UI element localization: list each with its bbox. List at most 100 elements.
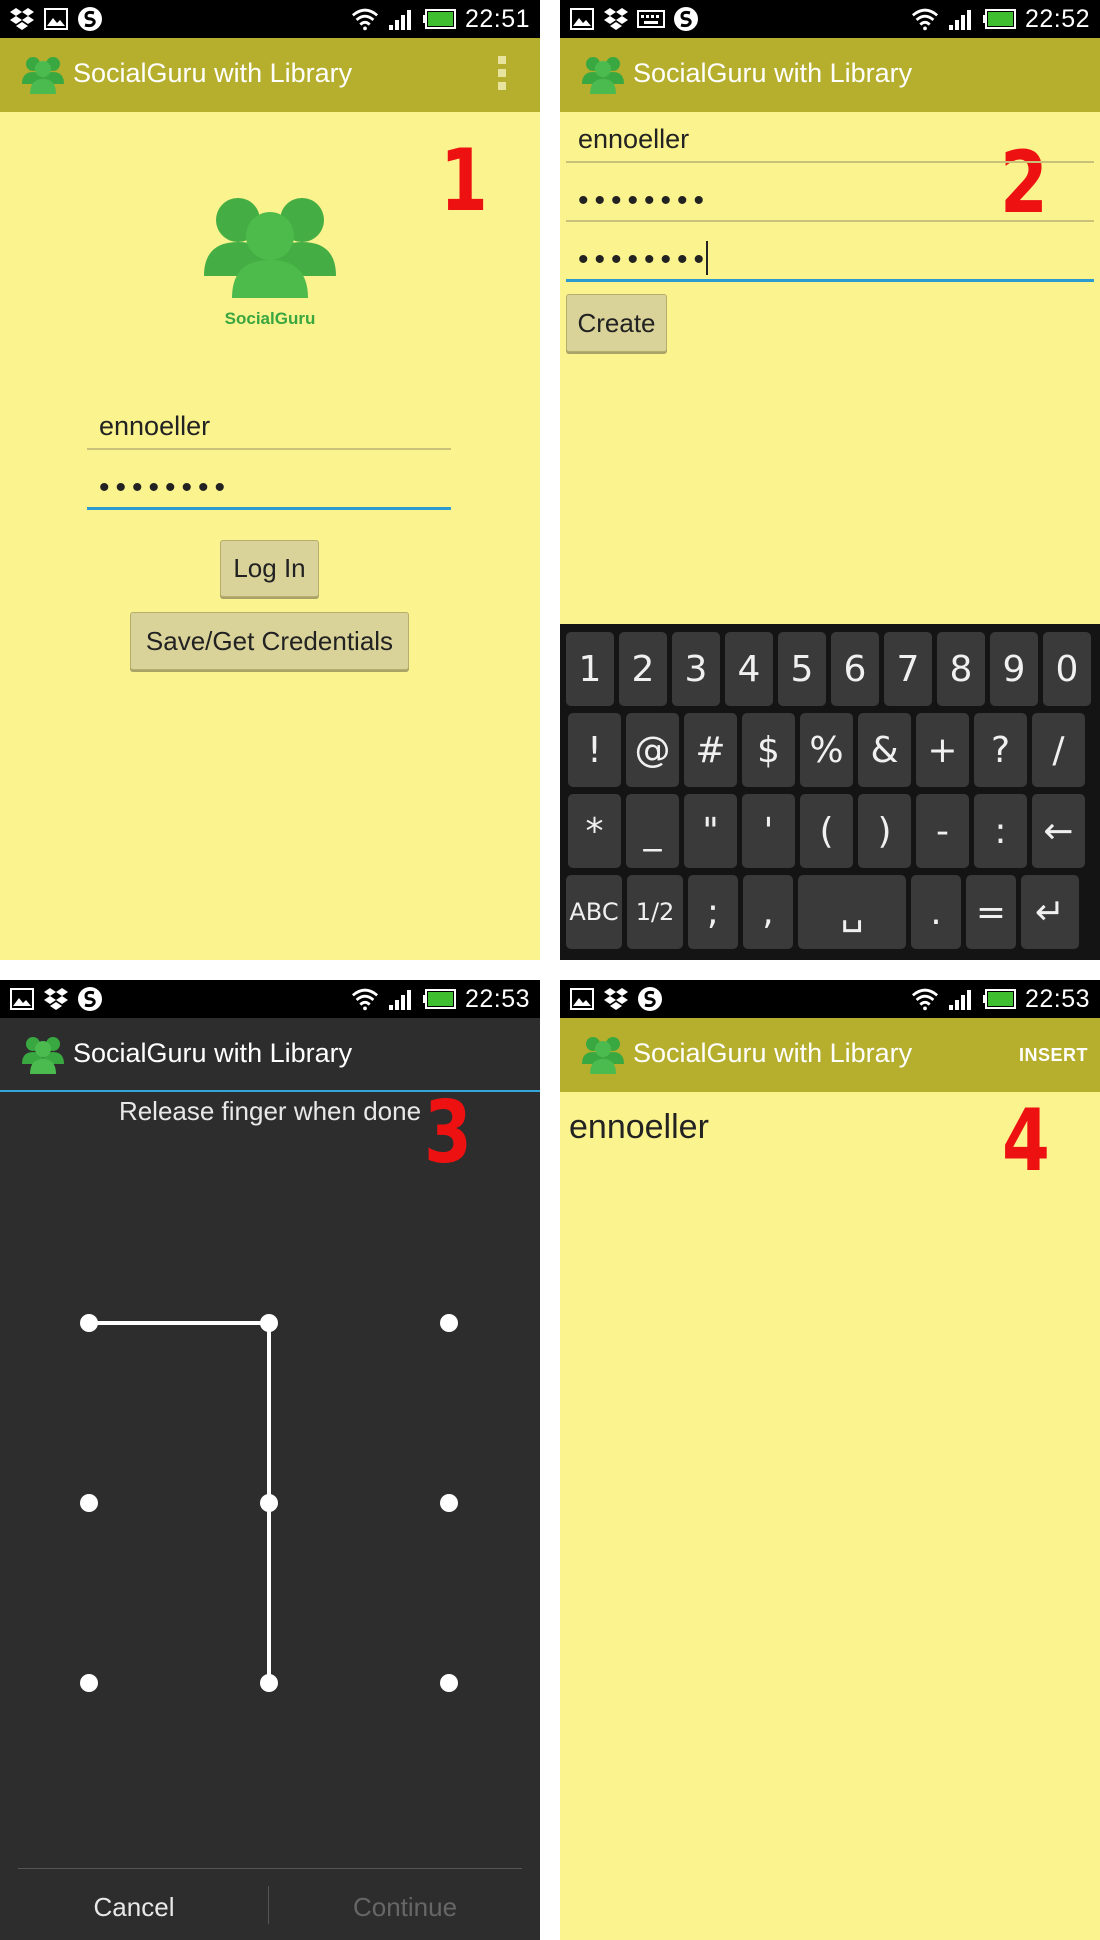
wifi-icon <box>911 5 939 33</box>
keyboard-key[interactable]: 0 <box>1043 632 1091 706</box>
app-title: SocialGuru with Library <box>633 1038 913 1068</box>
keyboard-key[interactable]: 5 <box>778 632 826 706</box>
s-circle-icon <box>76 5 104 33</box>
username-input[interactable]: ennoeller <box>87 400 451 450</box>
insert-button[interactable]: INSERT <box>1019 1045 1088 1066</box>
pattern-dot[interactable] <box>80 1314 98 1332</box>
wifi-icon <box>911 985 939 1013</box>
panel-list: 22:53 SocialGuru with Library INSERT 4 e… <box>560 980 1100 1940</box>
keyboard-key[interactable]: 4 <box>725 632 773 706</box>
clock: 22:53 <box>1024 984 1090 1013</box>
save-credentials-button[interactable]: Save/Get Credentials <box>130 612 409 670</box>
keyboard-key[interactable]: - <box>916 794 969 868</box>
pattern-dot[interactable] <box>80 1674 98 1692</box>
pattern-dot[interactable] <box>440 1494 458 1512</box>
pattern-lock-grid[interactable] <box>0 980 540 1940</box>
action-bar: SocialGuru with Library <box>0 38 540 112</box>
wifi-icon <box>351 5 379 33</box>
password-value: •••••••• <box>578 184 711 217</box>
keyboard-row-symbols-1: ! @ # $% & +? / <box>560 713 1100 789</box>
keyboard-key[interactable]: ! <box>568 713 621 787</box>
signal-icon <box>947 985 975 1013</box>
keyboard-key[interactable]: * <box>568 794 621 868</box>
panel-login: 22:51 SocialGuru with Library 1 SocialGu… <box>0 0 540 960</box>
keyboard-key[interactable]: , <box>743 875 793 949</box>
keyboard-key[interactable]: " <box>684 794 737 868</box>
username-value: ennoeller <box>578 124 690 154</box>
cancel-button[interactable]: Cancel <box>0 1892 268 1923</box>
footer-separator <box>268 1886 269 1924</box>
clock: 22:51 <box>464 4 530 33</box>
login-button[interactable]: Log In <box>220 540 319 597</box>
pattern-dot[interactable] <box>440 1674 458 1692</box>
keyboard-key[interactable]: & <box>858 713 911 787</box>
action-bar: SocialGuru with Library <box>560 38 1100 112</box>
panel-pattern: 22:53 SocialGuru with Library Release fi… <box>0 980 540 1940</box>
keyboard-key[interactable]: . <box>911 875 961 949</box>
dropbox-icon <box>602 985 630 1013</box>
battery-icon <box>422 5 457 33</box>
enter-key[interactable]: ↵ <box>1021 875 1079 949</box>
keyboard-key[interactable]: 2 <box>619 632 667 706</box>
keyboard-key[interactable]: ) <box>858 794 911 868</box>
keyboard-key[interactable]: _ <box>626 794 679 868</box>
image-icon <box>568 985 596 1013</box>
keyboard-key[interactable]: ? <box>974 713 1027 787</box>
keyboard-key[interactable]: @ <box>626 713 679 787</box>
confirm-password-value: •••••••• <box>578 243 711 276</box>
keyboard-row-bottom: ABC 1/2;, ␣. = ↵ <box>560 875 1100 951</box>
image-icon <box>42 5 70 33</box>
pattern-dot[interactable] <box>260 1494 278 1512</box>
panel-create: 22:52 SocialGuru with Library 2 ennoelle… <box>560 0 1100 960</box>
keyboard-key[interactable]: : <box>974 794 1027 868</box>
keyboard-key[interactable]: 8 <box>937 632 985 706</box>
list-item[interactable]: ennoeller <box>569 1108 709 1147</box>
keyboard-key[interactable]: 7 <box>884 632 932 706</box>
image-icon <box>568 5 596 33</box>
keyboard-key[interactable]: ' <box>742 794 795 868</box>
username-input[interactable]: ennoeller <box>566 116 1094 163</box>
space-key[interactable]: ␣ <box>798 875 906 949</box>
keyboard-key[interactable]: 9 <box>990 632 1038 706</box>
keyboard-key[interactable]: 3 <box>672 632 720 706</box>
app-title: SocialGuru with Library <box>633 58 913 88</box>
keyboard-key[interactable]: / <box>1032 713 1085 787</box>
s-circle-icon <box>672 5 700 33</box>
keyboard-key[interactable]: $ <box>742 713 795 787</box>
keyboard-key[interactable]: ; <box>688 875 738 949</box>
username-value: ennoeller <box>99 411 211 441</box>
abc-mode-key[interactable]: ABC <box>566 875 622 949</box>
pattern-dot[interactable] <box>260 1314 278 1332</box>
clock: 22:52 <box>1024 4 1090 33</box>
action-bar: SocialGuru with Library INSERT <box>560 1018 1100 1092</box>
step-number: 1 <box>440 131 488 231</box>
app-logo-icon[interactable] <box>580 1032 626 1078</box>
keyboard-key[interactable]: + <box>916 713 969 787</box>
keyboard-key[interactable]: 6 <box>831 632 879 706</box>
step-number: 4 <box>1002 1091 1050 1191</box>
text-cursor <box>706 241 709 275</box>
overflow-menu-icon[interactable] <box>498 56 506 90</box>
keyboard-key[interactable]: # <box>684 713 737 787</box>
pattern-dot[interactable] <box>260 1674 278 1692</box>
logo-text: SocialGuru <box>225 309 316 328</box>
signal-icon <box>947 5 975 33</box>
pattern-dot[interactable] <box>80 1494 98 1512</box>
keyboard-key[interactable]: % <box>800 713 853 787</box>
pattern-line <box>89 1321 271 1325</box>
confirm-password-input[interactable]: •••••••• <box>566 230 1094 282</box>
backspace-key[interactable]: ← <box>1032 794 1085 868</box>
status-bar: 22:52 <box>560 0 1100 38</box>
continue-button[interactable]: Continue <box>270 1892 540 1923</box>
pattern-dot[interactable] <box>440 1314 458 1332</box>
password-input[interactable]: •••••••• <box>566 172 1094 222</box>
keyboard-key[interactable]: = <box>966 875 1016 949</box>
symbol-page-key[interactable]: 1/2 <box>627 875 683 949</box>
password-input[interactable]: •••••••• <box>87 458 451 510</box>
create-button[interactable]: Create <box>566 294 667 352</box>
app-logo-icon[interactable] <box>580 52 626 98</box>
keyboard-key[interactable]: ( <box>800 794 853 868</box>
app-logo-icon[interactable] <box>20 52 66 98</box>
keyboard-key[interactable]: 1 <box>566 632 614 706</box>
signal-icon <box>387 5 415 33</box>
